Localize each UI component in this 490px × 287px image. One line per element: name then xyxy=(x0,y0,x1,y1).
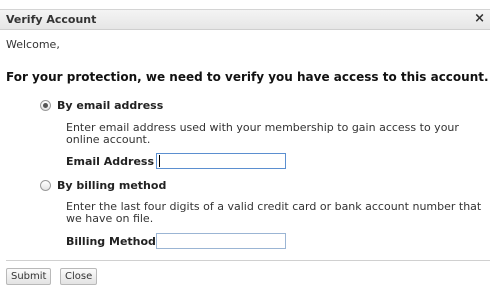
email-option-radio[interactable] xyxy=(40,100,51,111)
billing-option-description: Enter the last four digits of a valid cr… xyxy=(66,200,482,225)
welcome-text: Welcome, xyxy=(6,38,60,51)
dialog-title: Verify Account xyxy=(6,13,97,26)
footer-divider xyxy=(6,260,490,261)
email-address-input[interactable] xyxy=(156,153,286,169)
billing-option-label[interactable]: By billing method xyxy=(57,179,166,192)
billing-method-input[interactable] xyxy=(156,233,286,249)
email-option-description: Enter email address used with your membe… xyxy=(66,121,459,146)
text-caret xyxy=(159,155,160,167)
dialog-titlebar: Verify Account × xyxy=(0,9,490,30)
email-address-label: Email Address xyxy=(66,155,155,168)
submit-button[interactable]: Submit xyxy=(6,268,52,285)
protection-heading: For your protection, we need to verify y… xyxy=(6,70,489,84)
close-icon[interactable]: × xyxy=(474,11,485,26)
verify-account-dialog: Verify Account × Welcome, For your prote… xyxy=(0,0,490,287)
billing-option-radio[interactable] xyxy=(40,180,51,191)
close-button[interactable]: Close xyxy=(60,268,98,285)
email-option-label[interactable]: By email address xyxy=(57,99,163,112)
billing-method-label: Billing Method xyxy=(66,235,156,248)
